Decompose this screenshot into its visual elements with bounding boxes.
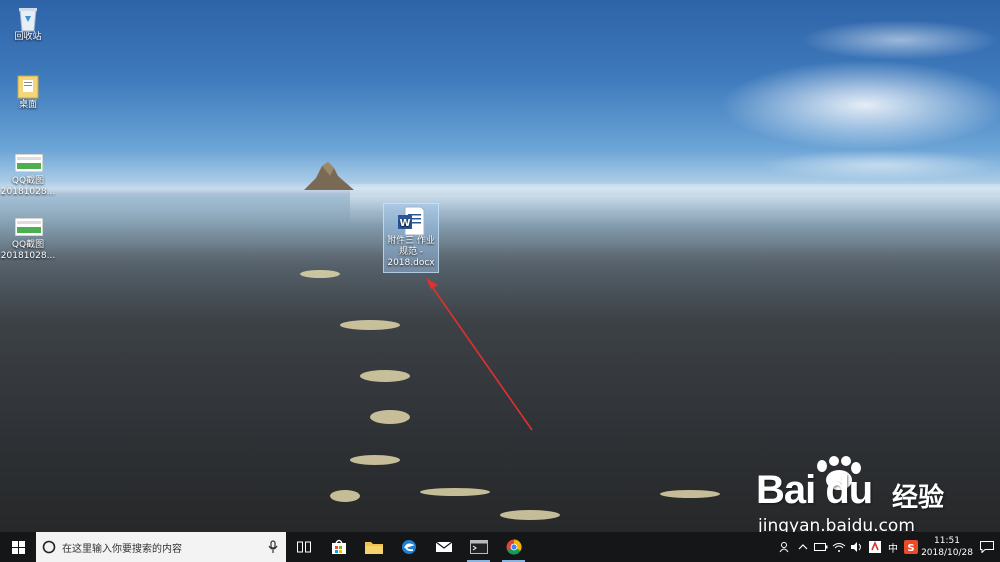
wallpaper-foam: [330, 490, 360, 502]
chevron-up-icon[interactable]: [794, 532, 812, 562]
watermark-url: jingyan.baidu.com: [758, 516, 915, 532]
mail-icon[interactable]: [426, 532, 461, 562]
store-icon[interactable]: [321, 532, 356, 562]
desktop-icon-recycle-bin[interactable]: 回收站: [0, 4, 56, 43]
wallpaper-foam: [300, 270, 340, 278]
people-icon[interactable]: [776, 532, 794, 562]
annotation-arrow: [426, 278, 533, 431]
folder-icon: [15, 72, 41, 99]
desktop-icon-label: 桌面: [18, 100, 37, 110]
word-document-icon: W: [397, 206, 425, 236]
desktop-icon-label: QQ截图: [11, 240, 45, 250]
wallpaper-foam: [660, 490, 720, 498]
sogou-logo-icon[interactable]: S: [902, 532, 920, 562]
wifi-icon[interactable]: [830, 532, 848, 562]
cortana-icon: [42, 540, 56, 554]
svg-text:W: W: [399, 218, 410, 229]
terminal-icon[interactable]: [461, 532, 496, 562]
wallpaper-foam: [420, 488, 490, 496]
wallpaper-foam: [350, 455, 400, 465]
system-tray: 中 S 11:51 2018/10/28: [776, 532, 1000, 562]
task-view-icon[interactable]: [286, 532, 321, 562]
wallpaper-foam: [370, 410, 410, 424]
desktop-icon-label: 回收站: [14, 32, 42, 42]
battery-icon[interactable]: [812, 532, 830, 562]
edge-icon[interactable]: [391, 532, 426, 562]
image-file-icon: [14, 212, 44, 238]
image-file-icon: [14, 148, 44, 174]
desktop-wallpaper[interactable]: 回收站 桌面 QQ截图 20181028... QQ截图 20181028...…: [0, 0, 1000, 532]
wallpaper-sea: [350, 184, 1000, 224]
watermark-brand: Bai du: [756, 468, 873, 512]
search-placeholder: 在这里输入你要搜索的内容: [62, 543, 182, 555]
clock[interactable]: 11:51 2018/10/28: [920, 535, 974, 559]
search-box[interactable]: 在这里输入你要搜索的内容: [36, 532, 286, 562]
volume-icon[interactable]: [848, 532, 866, 562]
start-button[interactable]: [0, 532, 36, 562]
wallpaper-cloud: [800, 20, 1000, 60]
file-explorer-icon[interactable]: [356, 532, 391, 562]
chrome-icon[interactable]: [496, 532, 531, 562]
watermark-brand-cn: 经验: [892, 483, 945, 513]
wallpaper-foam: [360, 370, 410, 382]
desktop-icon-folder[interactable]: 桌面: [0, 72, 56, 111]
svg-text:S: S: [907, 543, 914, 554]
desktop-icon-label: 20181028...: [0, 187, 56, 197]
desktop-icon-label: 20181028...: [0, 251, 56, 261]
ime-indicator[interactable]: 中: [884, 532, 902, 562]
desktop-icon-label: 2018.docx: [387, 258, 435, 268]
wallpaper-cloud: [760, 150, 1000, 180]
sogou-input-icon[interactable]: [866, 532, 884, 562]
action-center-icon[interactable]: [974, 532, 1000, 562]
windows-logo-icon: [11, 540, 25, 554]
wallpaper-cloud: [720, 60, 1000, 150]
desktop-icon-label: 附件三 作业: [387, 236, 435, 246]
baidu-jingyan-watermark: Bai du 经验 jingyan.baidu.com: [756, 456, 966, 532]
wallpaper-foam: [340, 320, 400, 330]
desktop-icon-word-doc[interactable]: W 附件三 作业 规范 - 2018.docx: [383, 203, 439, 273]
desktop-icon-label: 规范 -: [398, 247, 424, 257]
clock-time: 11:51: [934, 536, 960, 546]
desktop-icon-label: QQ截图: [11, 176, 45, 186]
taskbar: 在这里输入你要搜索的内容 中 S 11:51 2018/10/28: [0, 532, 1000, 562]
clock-date: 2018/10/28: [921, 548, 973, 558]
wallpaper-rock: [304, 162, 354, 190]
desktop-icon-qq-screenshot-1[interactable]: QQ截图 20181028...: [0, 148, 56, 198]
wallpaper-foam: [500, 510, 560, 520]
microphone-icon[interactable]: [268, 540, 278, 554]
desktop-icon-qq-screenshot-2[interactable]: QQ截图 20181028...: [0, 212, 56, 262]
recycle-bin-icon: [15, 4, 41, 32]
